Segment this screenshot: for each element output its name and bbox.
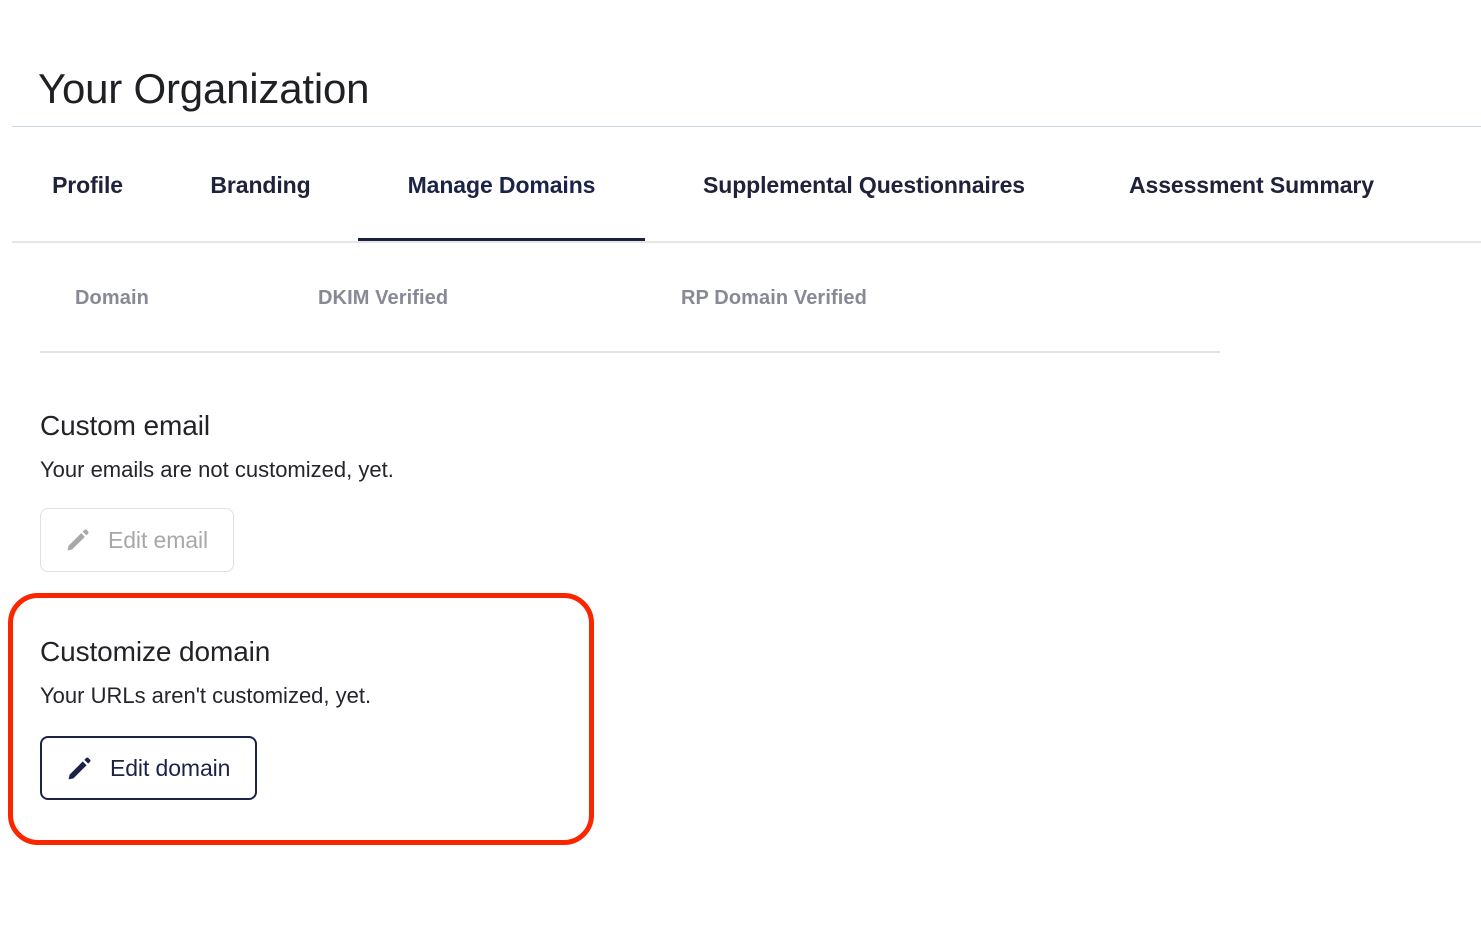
pencil-icon bbox=[67, 529, 89, 551]
customize-domain-description: Your URLs aren't customized, yet. bbox=[40, 683, 372, 708]
pencil-icon bbox=[68, 757, 91, 779]
column-header-dkim-verified: DKIM Verified bbox=[318, 287, 449, 309]
edit-domain-button[interactable]: Edit domain bbox=[40, 736, 258, 800]
tab-bar: Profile Branding Manage Domains Suppleme… bbox=[0, 127, 1481, 243]
tab-profile[interactable]: Profile bbox=[12, 127, 163, 243]
tab-assessment-summary-label: Assessment Summary bbox=[1129, 171, 1374, 198]
edit-email-button-label: Edit email bbox=[108, 526, 208, 553]
tab-manage-domains[interactable]: Manage Domains bbox=[358, 127, 645, 243]
domain-table-header-row: Domain DKIM Verified RP Domain Verified bbox=[0, 243, 1481, 353]
custom-email-title: Custom email bbox=[40, 410, 210, 441]
page-title: Your Organization bbox=[38, 65, 370, 113]
edit-email-button[interactable]: Edit email bbox=[40, 508, 234, 572]
table-header-divider bbox=[40, 351, 1220, 353]
page-header: Your Organization bbox=[0, 0, 1481, 127]
customize-domain-title: Customize domain bbox=[40, 636, 271, 667]
tab-supplemental-questionnaires-label: Supplemental Questionnaires bbox=[703, 171, 1025, 198]
custom-email-section: Custom email Your emails are not customi… bbox=[40, 409, 394, 572]
column-header-domain: Domain bbox=[75, 287, 149, 309]
tab-branding-label: Branding bbox=[210, 171, 311, 198]
edit-domain-button-label: Edit domain bbox=[110, 754, 231, 781]
customize-domain-section: Customize domain Your URLs aren't custom… bbox=[40, 635, 371, 800]
tab-assessment-summary[interactable]: Assessment Summary bbox=[1083, 127, 1420, 243]
domain-table: Domain DKIM Verified RP Domain Verified bbox=[0, 243, 1481, 353]
tab-supplemental-questionnaires[interactable]: Supplemental Questionnaires bbox=[645, 127, 1083, 243]
tab-branding[interactable]: Branding bbox=[163, 127, 358, 243]
custom-email-description: Your emails are not customized, yet. bbox=[40, 457, 394, 482]
tab-manage-domains-label: Manage Domains bbox=[407, 171, 596, 198]
column-header-rp-domain-verified: RP Domain Verified bbox=[681, 287, 867, 309]
tab-profile-label: Profile bbox=[52, 171, 123, 198]
